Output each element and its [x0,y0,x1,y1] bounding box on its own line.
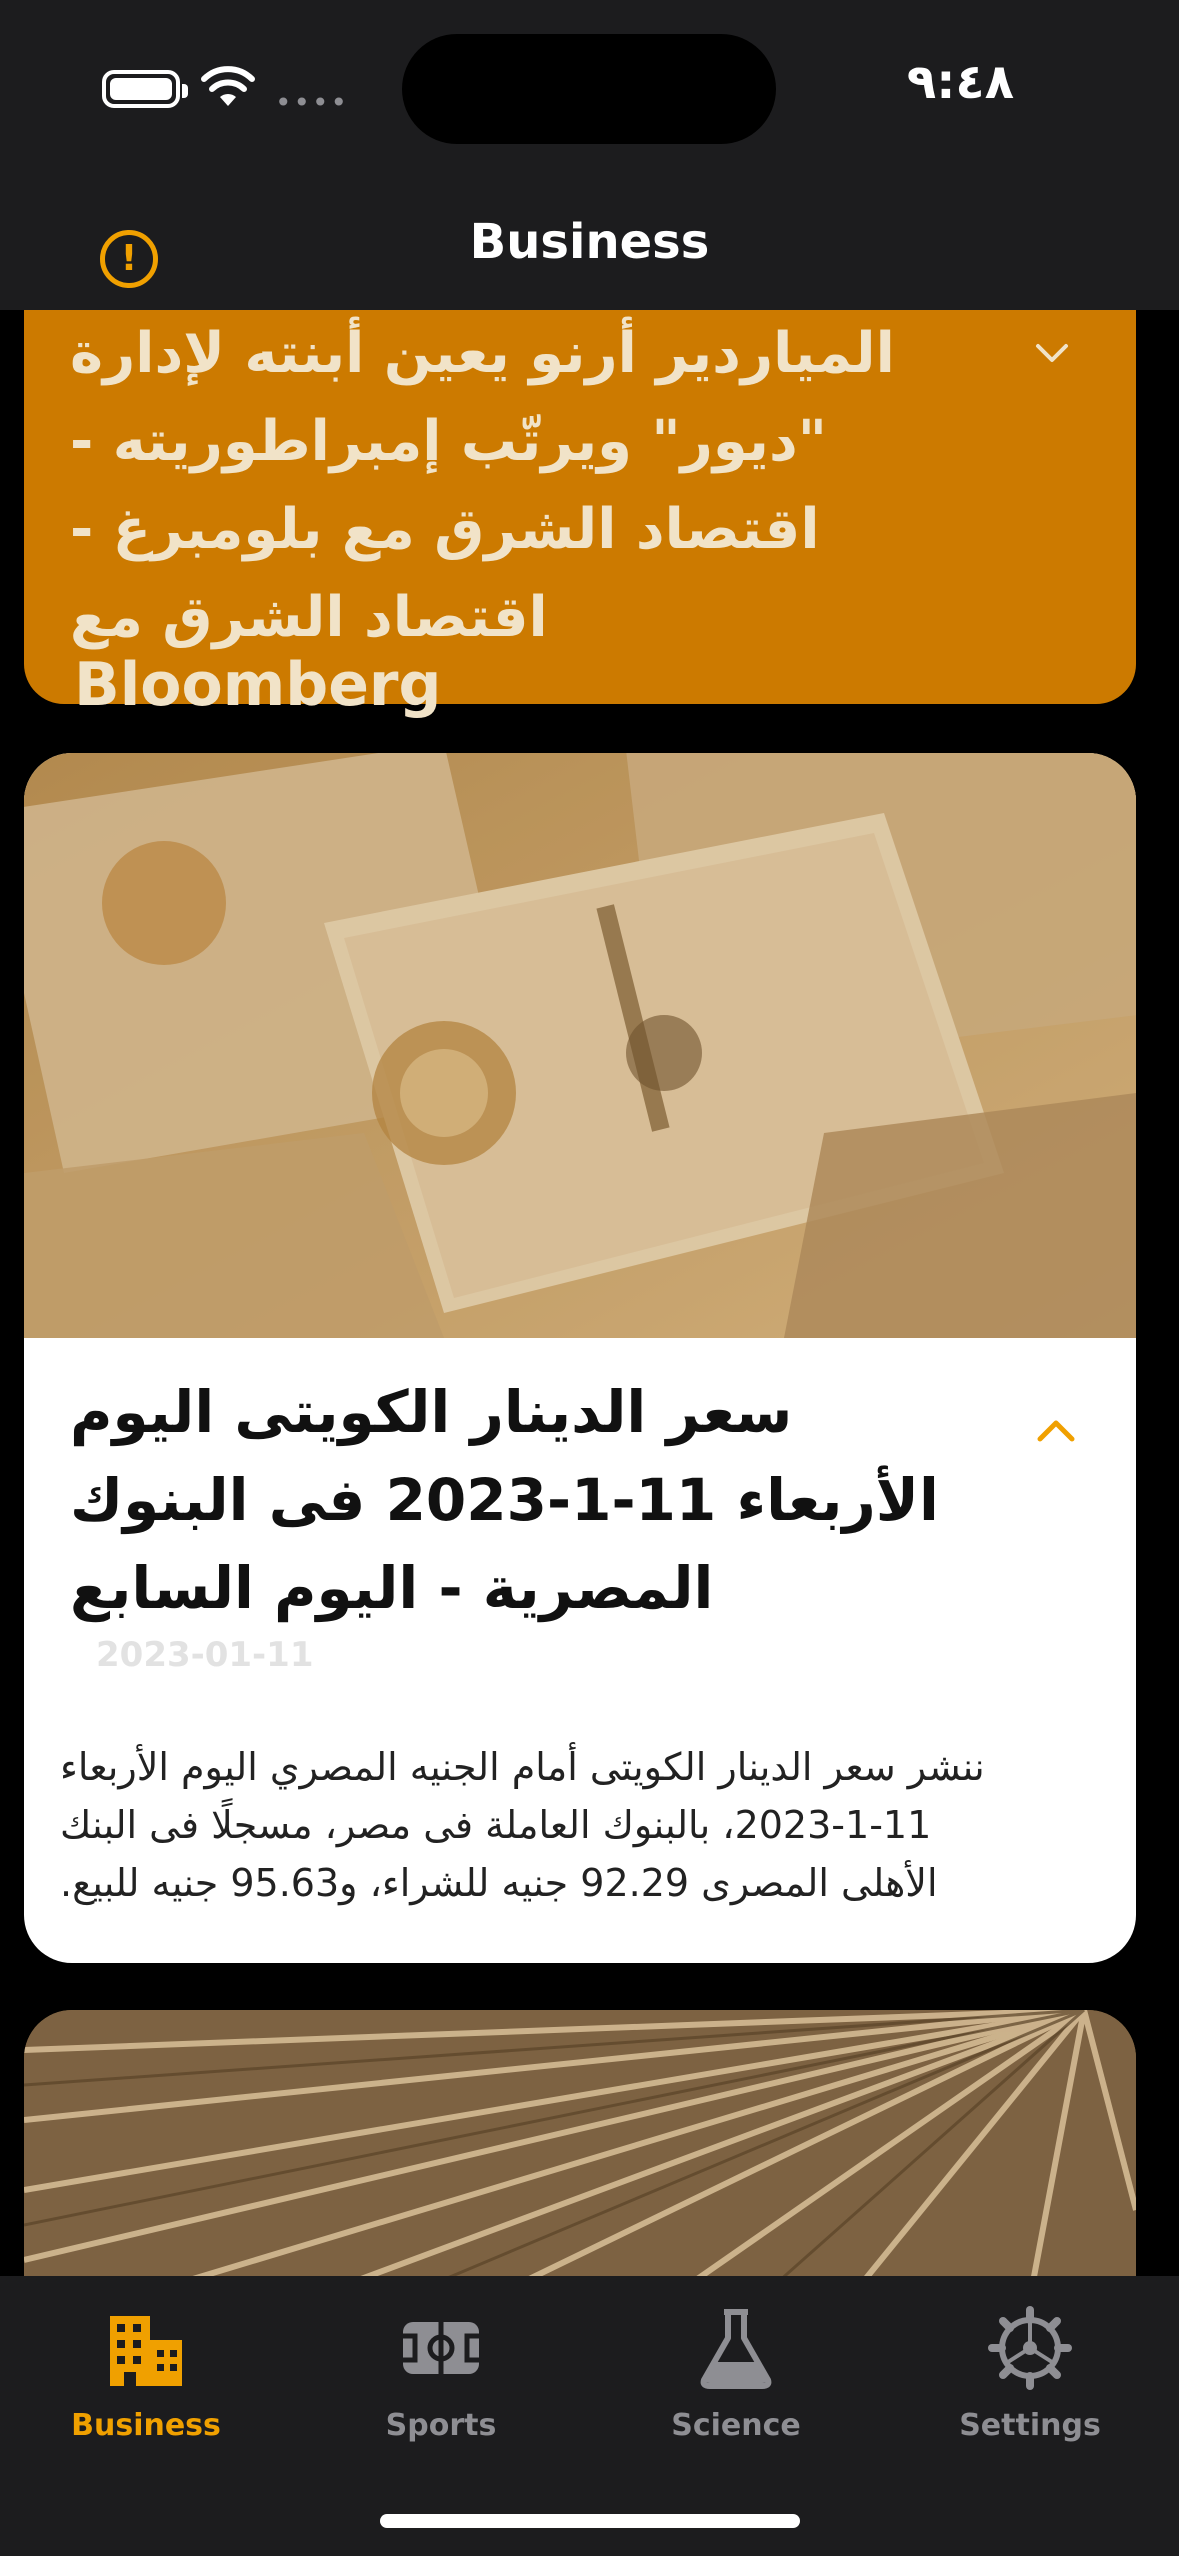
tab-label: Business [71,2408,221,2443]
tab-label: Settings [959,2408,1101,2443]
news-feed[interactable]: المياردير أرنو يعين أبنته لإدارة "ديور" … [0,310,1179,2276]
article-headline: سعر الدينار الكويتى اليوم الأربعاء 11-1-… [70,1378,939,1622]
status-time: ٩:٤٨ [906,54,1014,110]
tab-settings[interactable]: Settings [930,2306,1130,2486]
tab-business[interactable]: Business [46,2306,246,2486]
article-summary: ننشر سعر الدينار الكويتى أمام الجنيه الم… [60,1745,985,1905]
home-indicator[interactable] [380,2514,800,2528]
flask-icon [700,2309,772,2389]
article-image [24,753,1136,1338]
cellular-signal-icon: •••• [275,86,350,119]
field-icon [403,2322,479,2374]
article-date: 2023-01-11 [96,1635,314,1675]
page-title: Business [469,214,710,270]
status-bar: •••• ٩:٤٨ [0,0,1179,180]
tab-sports[interactable]: Sports [341,2306,541,2486]
dynamic-island [402,34,776,144]
article-card[interactable]: المياردير أرنو يعين أبنته لإدارة "ديور" … [24,310,1136,790]
battery-icon [102,70,188,108]
building-icon [110,2316,182,2386]
article-headline: المياردير أرنو يعين أبنته لإدارة "ديور" … [70,321,895,650]
gear-icon [988,2306,1072,2390]
chevron-down-icon[interactable] [1034,336,1070,372]
article-headline-source: Bloomberg [74,650,442,720]
article-card[interactable] [24,2010,1136,2276]
chevron-up-icon[interactable] [1036,1413,1076,1449]
tab-label: Science [671,2408,801,2443]
tab-label: Sports [385,2408,497,2443]
article-card[interactable]: سعر الدينار الكويتى اليوم الأربعاء 11-1-… [24,753,1136,1963]
wifi-icon [201,66,255,106]
article-image [24,2010,1136,2276]
navigation-bar: ! Business [0,180,1179,310]
tab-bar: Business Sports Science Settings [0,2276,1179,2556]
tab-science[interactable]: Science [636,2306,836,2486]
